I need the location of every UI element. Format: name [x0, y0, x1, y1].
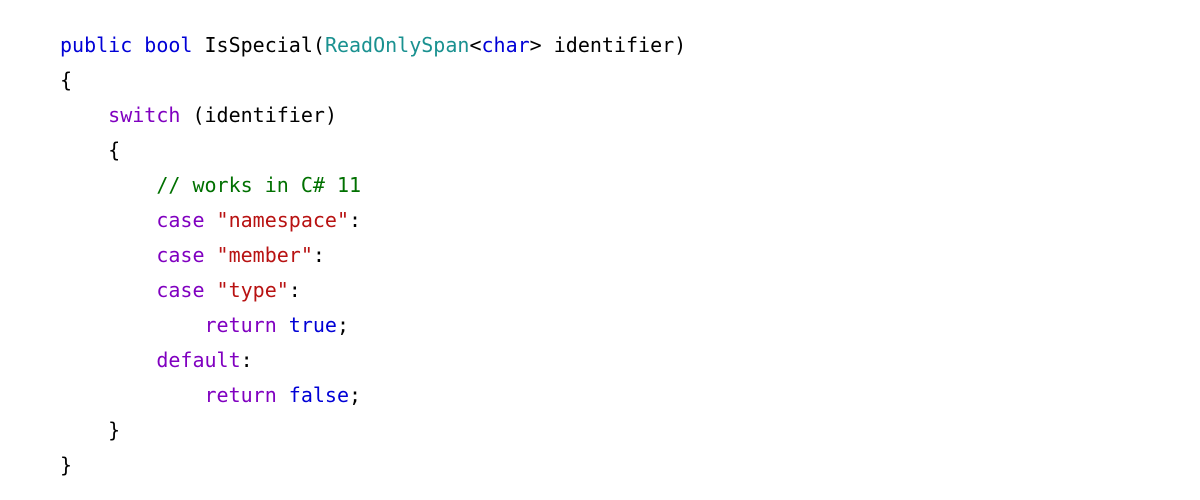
paren-close: )	[325, 103, 337, 127]
keyword-default: default	[156, 348, 240, 372]
semicolon: ;	[349, 383, 361, 407]
string-literal: "type"	[217, 278, 289, 302]
keyword-case: case	[156, 208, 204, 232]
keyword-return: return	[205, 313, 277, 337]
semicolon: ;	[337, 313, 349, 337]
keyword-case: case	[156, 278, 204, 302]
brace-close: }	[108, 418, 120, 442]
keyword-switch: switch	[108, 103, 180, 127]
keyword-case: case	[156, 243, 204, 267]
colon: :	[349, 208, 361, 232]
brace-open: {	[60, 68, 72, 92]
keyword-return: return	[205, 383, 277, 407]
method-name: IsSpecial	[205, 33, 313, 57]
keyword-char: char	[481, 33, 529, 57]
keyword-bool: bool	[144, 33, 192, 57]
literal-true: true	[289, 313, 337, 337]
colon: :	[289, 278, 301, 302]
string-literal: "member"	[217, 243, 313, 267]
switch-expr: identifier	[205, 103, 325, 127]
angle-open: <	[469, 33, 481, 57]
brace-close: }	[60, 453, 72, 477]
comment: // works in C# 11	[156, 173, 361, 197]
keyword-public: public	[60, 33, 132, 57]
literal-false: false	[289, 383, 349, 407]
colon: :	[241, 348, 253, 372]
colon: :	[313, 243, 325, 267]
string-literal: "namespace"	[217, 208, 349, 232]
paren-open: (	[192, 103, 204, 127]
brace-open: {	[108, 138, 120, 162]
param-name: identifier	[554, 33, 674, 57]
paren-close: )	[674, 33, 686, 57]
type-readonlyspan: ReadOnlySpan	[325, 33, 470, 57]
angle-close: >	[530, 33, 542, 57]
code-block: public bool IsSpecial(ReadOnlySpan<char>…	[0, 0, 1200, 483]
paren-open: (	[313, 33, 325, 57]
